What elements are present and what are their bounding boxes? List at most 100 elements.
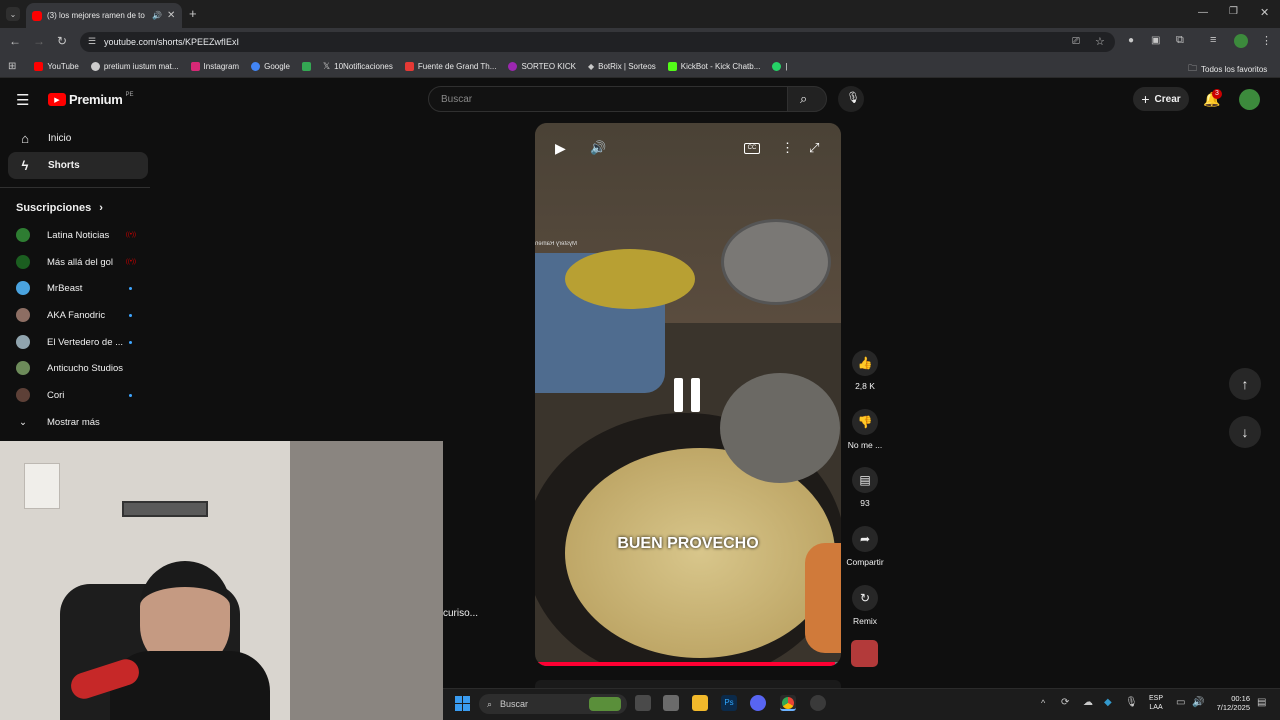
sidebar-item-inicio[interactable]: ⌂ Inicio [8, 125, 148, 152]
clock[interactable]: 00:16 7/12/2025 [1210, 694, 1250, 712]
search-button[interactable]: ⌕ [787, 86, 827, 112]
remix-button[interactable]: ↻ Remix [846, 585, 884, 626]
all-bookmarks[interactable]: 🗀 Todos los favoritos [1188, 61, 1267, 77]
task-view-icon[interactable] [635, 695, 651, 711]
youtube-icon [34, 61, 44, 71]
new-tab-icon[interactable]: + [189, 6, 197, 21]
shorts-video-player[interactable]: Mystery Ramen BUEN PROVECHO ▶ 🔊 CC ⋮ ⤢ [535, 123, 841, 666]
network-icon[interactable]: ▭ [1176, 697, 1185, 708]
back-icon[interactable]: ← [9, 34, 21, 48]
progress-fill [535, 662, 835, 666]
close-tab-icon[interactable]: ✕ [167, 10, 175, 21]
sub-item-mrbeast[interactable]: MrBeast [16, 278, 146, 298]
bookmark-gta-font[interactable]: Fuente de Grand Th... [404, 61, 496, 71]
sub-item-latina[interactable]: Latina Noticias ((•)) [16, 225, 146, 245]
language-indicator[interactable]: ESP LAA [1149, 694, 1163, 712]
bookmark-pretium[interactable]: pretium iustum mat... [90, 61, 179, 71]
discord-icon[interactable] [750, 695, 766, 711]
bookmark-botrix[interactable]: ◆ BotRix | Sorteos [588, 62, 656, 71]
fullscreen-icon[interactable]: ⤢ [809, 140, 819, 156]
tray-chevron-icon[interactable]: ^ [1041, 698, 1045, 708]
sidebar-item-shorts[interactable]: ϟ Shorts [8, 152, 148, 179]
previous-short-button[interactable]: ↑ [1229, 368, 1261, 400]
profile-avatar[interactable] [1234, 34, 1248, 48]
like-button[interactable]: 👍 2,8 K [846, 350, 884, 391]
extension-icon[interactable]: ● [1128, 35, 1134, 46]
minimize-icon[interactable]: — [1198, 7, 1208, 18]
media-icon[interactable]: ≡ [1210, 34, 1216, 46]
volume-tray-icon[interactable]: 🔊 [1192, 697, 1204, 708]
tab-list-icon[interactable]: ⌄ [6, 7, 20, 21]
speaker-icon[interactable]: 🔊 [152, 11, 162, 20]
mic-tray-icon[interactable]: 🎙 [1125, 697, 1138, 708]
noodles-plate-image [565, 249, 695, 309]
sub-item-cori[interactable]: Cori [16, 385, 146, 405]
sub-item-aka[interactable]: AKA Fanodric [16, 305, 146, 325]
hamburger-menu-icon[interactable]: ☰ [16, 91, 29, 109]
bookmark-instagram[interactable]: Instagram [190, 61, 239, 71]
sorteo-icon [508, 61, 518, 71]
next-short-button[interactable]: ↓ [1229, 416, 1261, 448]
restore-icon[interactable]: ❐ [1229, 6, 1238, 17]
tray-app-icon[interactable]: ⟳ [1061, 697, 1069, 708]
comments-button[interactable]: ▤ 93 [846, 467, 884, 508]
youtube-logo[interactable]: ▶ Premium PE [48, 92, 134, 107]
chrome-icon[interactable] [780, 695, 796, 711]
puzzle-icon[interactable]: ⧉ [1176, 34, 1184, 47]
search-input[interactable]: Buscar [428, 86, 788, 112]
app-icon[interactable] [663, 695, 679, 711]
close-window-icon[interactable]: ✕ [1260, 6, 1269, 19]
apps-grid-icon[interactable]: ⊞ [8, 61, 16, 72]
search-highlight-icon [589, 697, 621, 711]
bookmark-google[interactable]: Google [251, 61, 290, 71]
captions-icon[interactable]: CC [744, 143, 760, 154]
bookmark-whatsapp[interactable]: | [772, 61, 787, 71]
extension-2-icon[interactable]: ▣ [1151, 35, 1160, 46]
address-bar[interactable]: ☰ youtube.com/shorts/KPEEZwfIExI ⎚ ☆ [80, 32, 1115, 52]
volume-icon[interactable]: 🔊 [590, 140, 606, 156]
create-button[interactable]: + Crear [1133, 87, 1189, 111]
menu-dots-icon[interactable]: ⋮ [1261, 34, 1272, 47]
forward-icon[interactable]: → [33, 34, 45, 48]
browser-tab[interactable]: (3) los mejores ramen de to 🔊 ✕ [26, 3, 182, 28]
sound-thumbnail[interactable] [851, 640, 878, 667]
reload-icon[interactable]: ↻ [57, 34, 67, 48]
pause-overlay-icon[interactable] [674, 378, 700, 412]
onedrive-icon[interactable]: ☁ [1083, 697, 1093, 708]
sidebar-divider [0, 187, 150, 188]
progress-track[interactable] [535, 662, 841, 666]
cast-icon[interactable]: ⎚ [1072, 36, 1080, 47]
account-avatar[interactable] [1239, 89, 1260, 110]
sub-item-anticucho[interactable]: Anticucho Studios [16, 358, 146, 378]
share-button[interactable]: ➦ Compartir [846, 526, 884, 567]
youtube-play-logo-icon: ▶ [48, 93, 66, 106]
obs-icon[interactable] [810, 695, 826, 711]
site-info-icon[interactable]: ☰ [88, 36, 96, 47]
channel-avatar [16, 281, 30, 295]
youtube-favicon-icon [32, 10, 42, 21]
notification-center-icon[interactable]: ▤ [1257, 697, 1266, 708]
windows-start-icon[interactable] [455, 696, 470, 711]
arrow-up-icon: ↑ [1241, 376, 1249, 392]
sub-item-vertedero[interactable]: El Vertedero de ... [16, 332, 146, 352]
voice-search-button[interactable]: 🎙 [838, 86, 864, 112]
more-options-icon[interactable]: ⋮ [781, 140, 794, 156]
bookmark-sorteo-kick[interactable]: SORTEO KICK [508, 61, 576, 71]
bookmark-kickbot[interactable]: KickBot - Kick Chatb... [667, 61, 760, 71]
bookmark-youtube[interactable]: YouTube [34, 61, 79, 71]
photoshop-icon[interactable]: Ps [721, 695, 737, 711]
taskbar-search[interactable]: ⌕ Buscar [479, 694, 627, 714]
show-more-button[interactable]: ⌄ Mostrar más [16, 412, 146, 432]
bookmark-notificaciones[interactable]: 𝕏 10Notificaciones [323, 61, 393, 72]
dislike-button[interactable]: 👎 No me ... [846, 409, 884, 450]
subscriptions-heading[interactable]: Suscripciones › [16, 202, 103, 214]
pause-bar-right-icon [691, 378, 700, 412]
sub-item-mas-alla[interactable]: Más allá del gol ((•)) [16, 252, 146, 272]
whatsapp-icon [772, 61, 782, 71]
bookmarks-bar: ⊞ YouTube pretium iustum mat... Instagra… [0, 55, 1280, 78]
play-icon[interactable]: ▶ [555, 140, 566, 157]
file-explorer-icon[interactable] [692, 695, 708, 711]
bookmark-star-icon[interactable]: ☆ [1095, 35, 1105, 48]
bookmark-unnamed[interactable] [301, 61, 311, 71]
defender-icon[interactable]: ◆ [1104, 697, 1112, 708]
